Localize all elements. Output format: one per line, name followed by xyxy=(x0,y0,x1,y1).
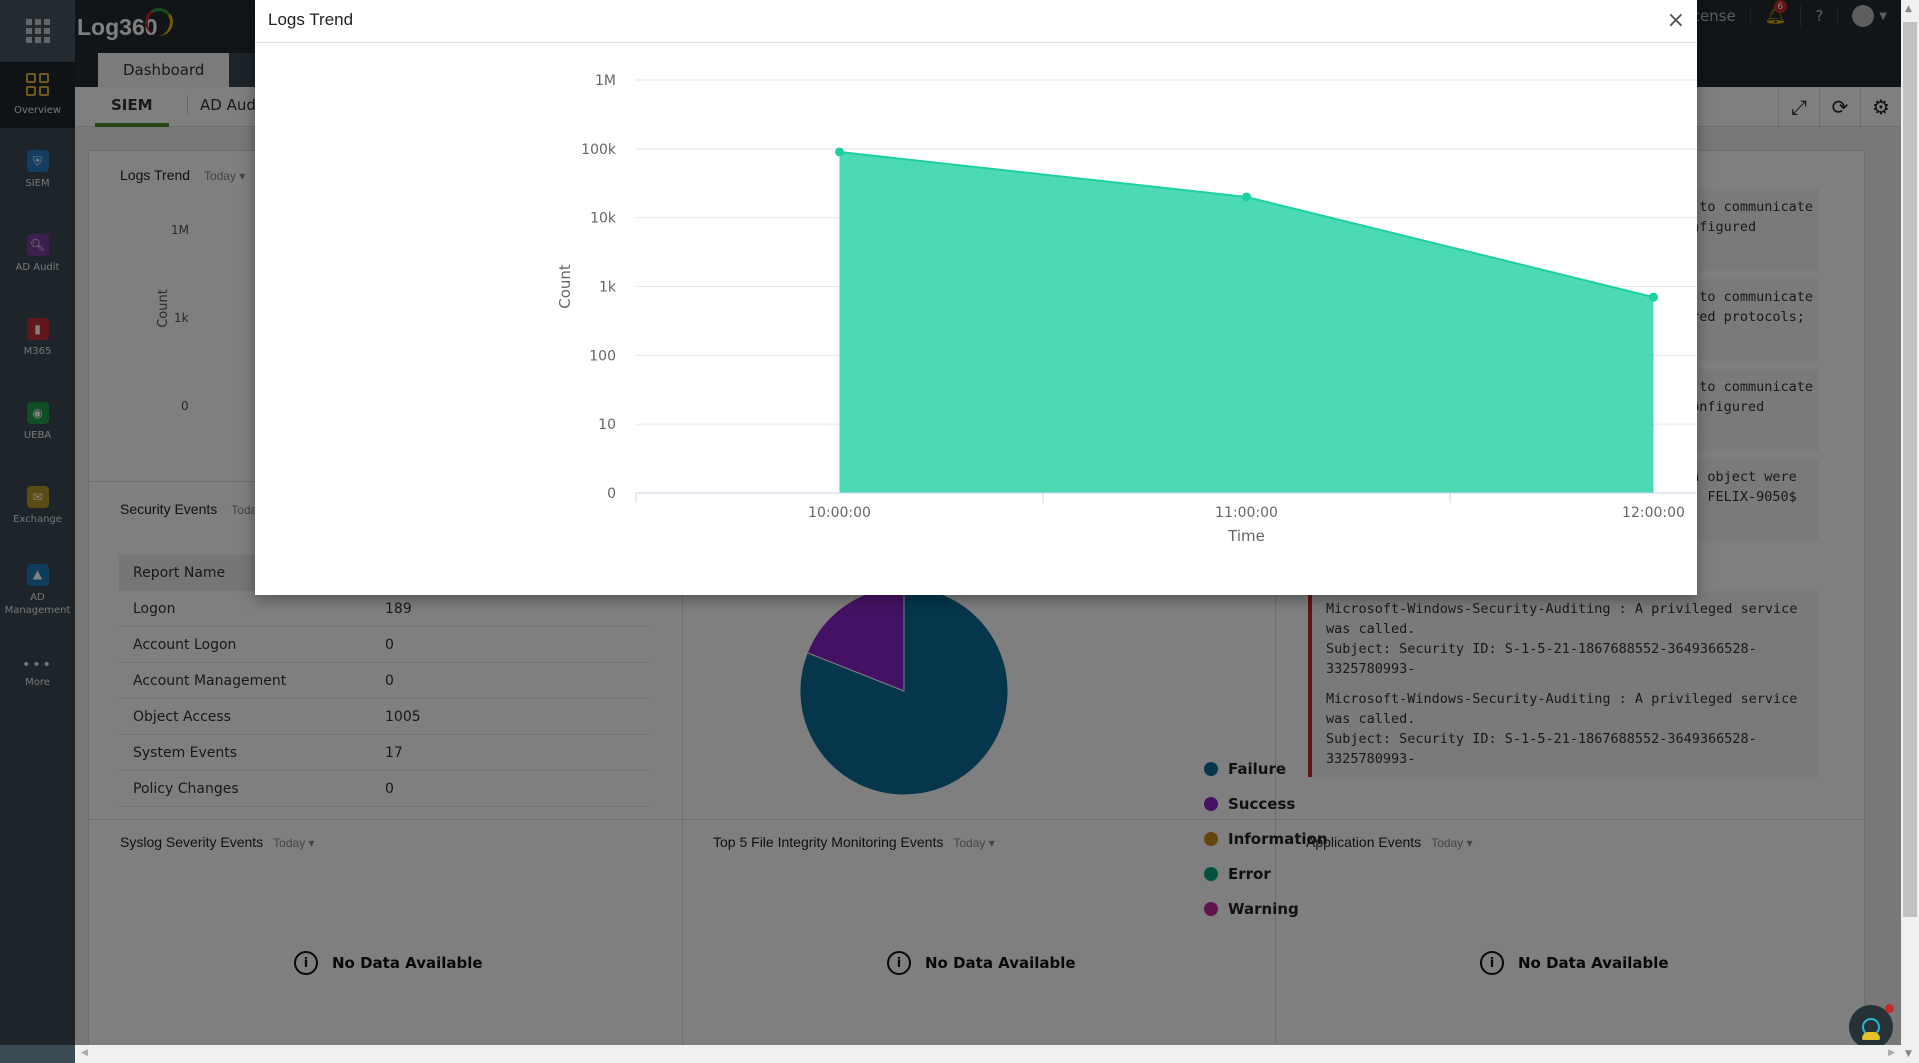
scroll-down-icon[interactable]: ▼ xyxy=(1905,1049,1912,1059)
data-point[interactable] xyxy=(1242,192,1251,202)
vertical-scrollbar[interactable]: ▲ ▼ xyxy=(1901,0,1919,1063)
y-axis-label: Count xyxy=(556,264,574,309)
horizontal-scrollbar[interactable]: ◀ ▶ xyxy=(75,1045,1901,1063)
y-tick-label: 100 xyxy=(589,348,616,364)
logs-trend-modal: Logs Trend × 0 10 100 1k 10k 100k 1M 10:00:00 11… xyxy=(255,0,1697,595)
x-tick-label: 12:00:00 xyxy=(1622,505,1685,521)
data-point[interactable] xyxy=(835,147,844,157)
y-tick-label: 10 xyxy=(598,417,616,433)
x-tick-label: 11:00:00 xyxy=(1215,505,1278,521)
scroll-up-icon[interactable]: ▲ xyxy=(1905,4,1912,14)
support-chat-button[interactable] xyxy=(1849,1004,1894,1049)
y-tick-label: 10k xyxy=(590,211,617,227)
scroll-right-icon[interactable]: ▶ xyxy=(1888,1048,1895,1058)
support-agent-icon xyxy=(1862,1018,1880,1040)
y-tick-label: 100k xyxy=(581,142,617,158)
y-tick-label: 1k xyxy=(599,280,617,296)
area-fill xyxy=(839,151,1654,493)
x-axis-label: Time xyxy=(1227,527,1265,545)
data-point[interactable] xyxy=(1649,292,1658,302)
logs-trend-chart: 0 10 100 1k 10k 100k 1M 10:00:00 11:00:00 12:00:0… xyxy=(556,73,1697,545)
x-tick-label: 10:00:00 xyxy=(808,505,871,521)
scroll-left-icon[interactable]: ◀ xyxy=(81,1048,88,1058)
scrollbar-thumb[interactable] xyxy=(1903,22,1917,917)
y-tick-label: 1M xyxy=(595,73,616,89)
chat-notification-dot xyxy=(1885,1004,1894,1013)
y-tick-label: 0 xyxy=(607,486,616,502)
